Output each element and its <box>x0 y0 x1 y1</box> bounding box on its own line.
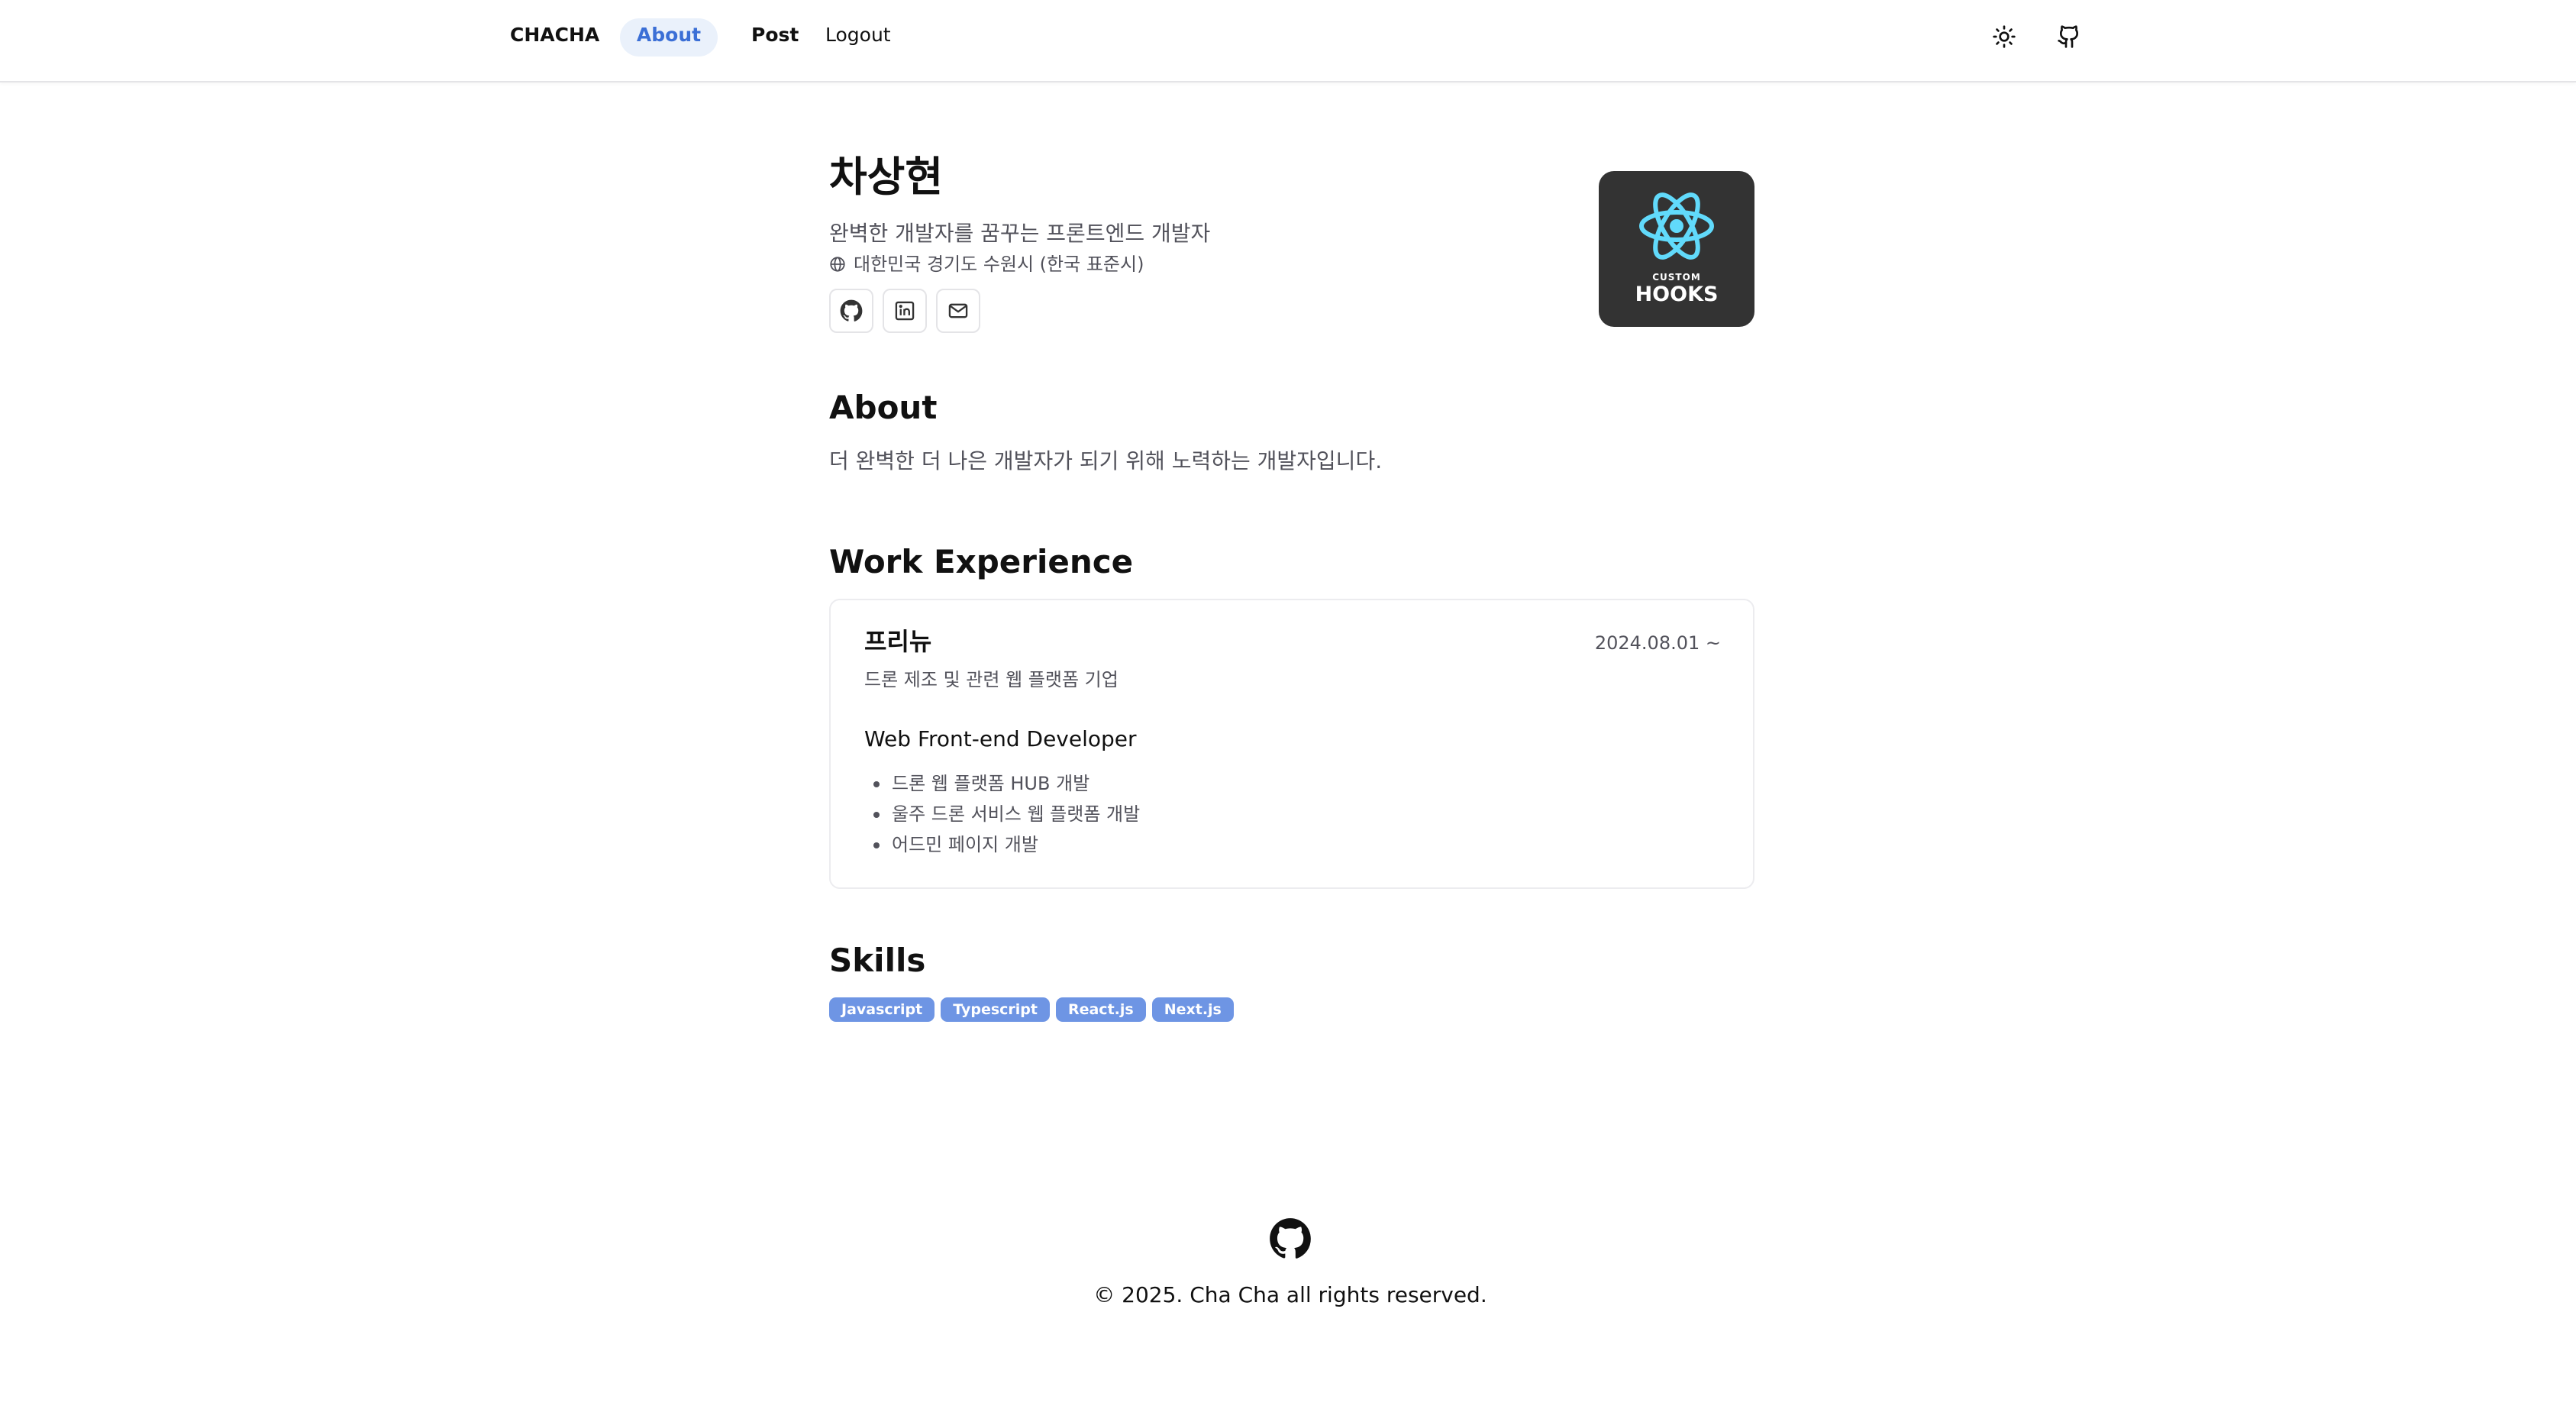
list-item: 드론 웹 플랫폼 HUB 개발 <box>864 768 1140 799</box>
footer-github-link[interactable] <box>1269 1217 1312 1260</box>
job-role: Web Front-end Developer <box>864 726 1137 751</box>
top-navigation: CHACHA About Post Logout <box>0 0 2576 82</box>
work-experience-heading: Work Experience <box>829 543 1134 580</box>
skill-badge: Next.js <box>1151 997 1234 1022</box>
profile-avatar: CUSTOM HOOKS <box>1599 171 1754 327</box>
about-text: 더 완벽한 더 나은 개발자가 되기 위해 노력하는 개발자입니다. <box>829 448 1383 473</box>
profile-name: 차상현 <box>829 153 944 201</box>
nav-logout[interactable]: Logout <box>825 18 891 57</box>
list-item: 어드민 페이지 개발 <box>864 829 1140 860</box>
skill-badge: Typescript <box>941 997 1050 1022</box>
profile-tagline: 완벽한 개발자를 꿈꾸는 프론트엔드 개발자 <box>829 221 1211 246</box>
react-atom-icon <box>1639 192 1714 260</box>
nav-post[interactable]: Post <box>751 18 799 57</box>
location-text: 대한민국 경기도 수원시 (한국 표준시) <box>854 254 1144 275</box>
linkedin-icon <box>895 301 915 321</box>
about-heading: About <box>829 389 938 426</box>
brand-link[interactable]: CHACHA <box>510 23 599 47</box>
avatar-caption-big: HOOKS <box>1635 283 1719 306</box>
social-links <box>829 289 980 333</box>
github-profile-button[interactable] <box>829 289 873 333</box>
company-description: 드론 제조 및 관련 웹 플랫폼 기업 <box>864 669 1119 690</box>
github-icon <box>840 299 863 322</box>
work-date: 2024.08.01 ~ <box>1594 632 1721 654</box>
task-list: 드론 웹 플랫폼 HUB 개발 울주 드론 서비스 웹 플랫폼 개발 어드민 페… <box>864 768 1140 860</box>
email-button[interactable] <box>936 289 980 333</box>
github-icon <box>2058 25 2079 48</box>
footer-copyright: © 2025. Cha Cha all rights reserved. <box>1093 1282 1487 1307</box>
skills-heading: Skills <box>829 942 926 979</box>
sun-icon <box>1993 25 2016 48</box>
list-item: 울주 드론 서비스 웹 플랫폼 개발 <box>864 799 1140 829</box>
skill-badge: React.js <box>1055 997 1146 1022</box>
linkedin-profile-button[interactable] <box>883 289 927 333</box>
github-icon <box>1270 1218 1311 1259</box>
github-link-button[interactable] <box>2051 18 2087 55</box>
globe-icon <box>830 257 845 272</box>
skill-badge: Javascript <box>829 997 935 1022</box>
work-experience-card: 프리뉴 2024.08.01 ~ 드론 제조 및 관련 웹 플랫폼 기업 Web… <box>829 599 1754 889</box>
mail-icon <box>948 303 968 318</box>
avatar-caption-small: CUSTOM <box>1652 272 1701 283</box>
company-name: 프리뉴 <box>864 627 932 656</box>
profile-location: 대한민국 경기도 수원시 (한국 표준시) <box>829 252 1144 276</box>
nav-about[interactable]: About <box>620 18 718 57</box>
theme-toggle-button[interactable] <box>1986 18 2022 55</box>
skills-list: Javascript Typescript React.js Next.js <box>829 997 1234 1022</box>
